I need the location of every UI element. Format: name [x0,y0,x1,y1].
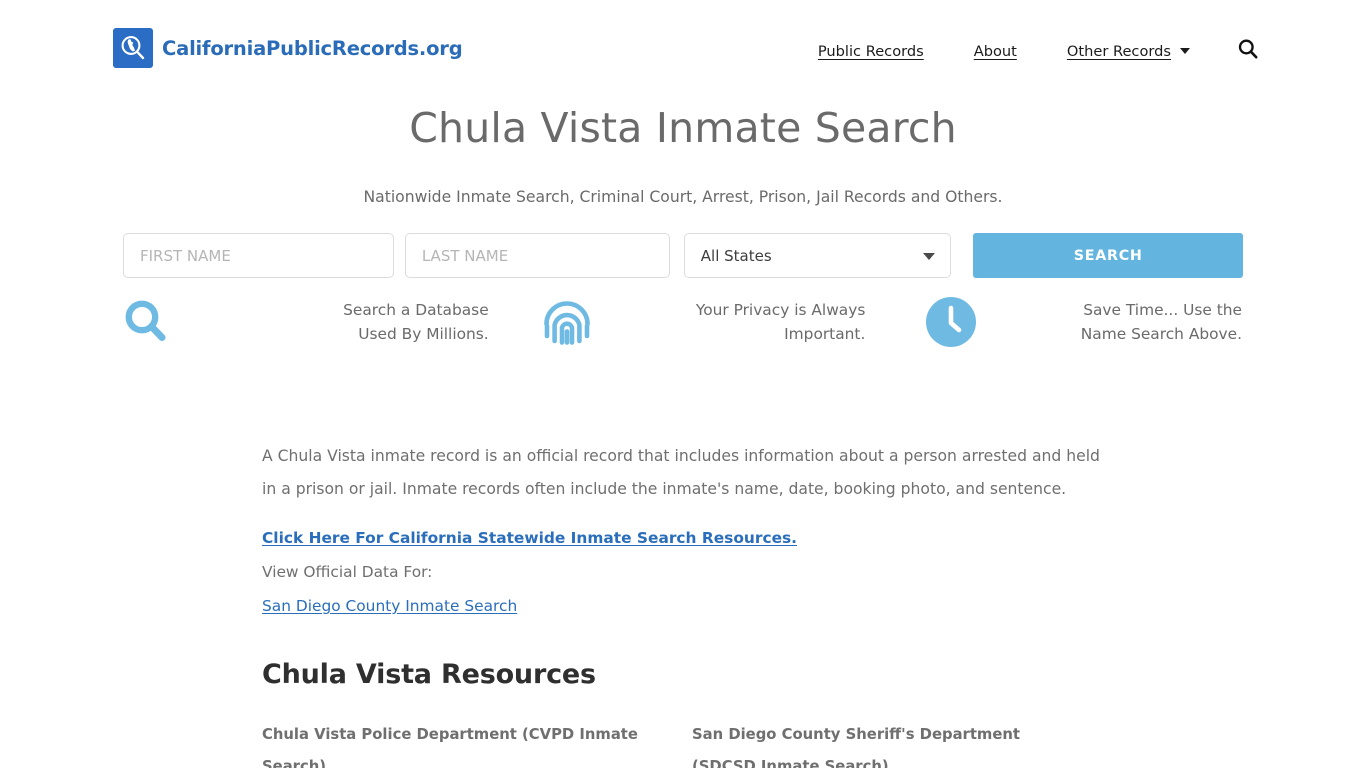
statewide-link-row: Click Here For California Statewide Inma… [262,522,1112,555]
feature-line-2: Name Search Above. [1080,325,1243,343]
feature-text: Search a Database Used By Millions. [174,298,495,346]
article-content: A Chula Vista inmate record is an offici… [0,350,1366,768]
feature-line-1: Your Privacy is Always [695,301,866,319]
header-search-button[interactable] [1237,38,1259,64]
feature-text: Save Time... Use the Name Search Above. [979,298,1248,346]
nav-label: About [973,42,1017,60]
intro-paragraph: A Chula Vista inmate record is an offici… [262,440,1112,505]
nav-item-public-records[interactable]: Public Records [818,43,924,60]
magnifier-icon [118,294,174,350]
page-subtitle: Nationwide Inmate Search, Criminal Court… [363,188,1003,206]
site-logo-text: CaliforniaPublicRecords.org [162,36,463,60]
feature-line-1: Save Time... Use the [1083,301,1243,319]
site-header: CaliforniaPublicRecords.org Public Recor… [0,0,1366,96]
statewide-resources-link[interactable]: Click Here For California Statewide Inma… [262,529,797,547]
feature-save-time: Save Time... Use the Name Search Above. [871,294,1248,350]
feature-search-database: Search a Database Used By Millions. [118,294,495,350]
last-name-input[interactable] [404,233,670,278]
nav-item-other-records[interactable]: Other Records [1067,43,1190,60]
page-title: Chula Vista Inmate Search [409,104,957,152]
nav-item-about[interactable]: About [974,43,1017,60]
resources-heading: Chula Vista Resources [262,659,596,690]
feature-line-2: Important. [784,325,866,343]
san-diego-county-inmate-search-link[interactable]: San Diego County Inmate Search [262,597,517,615]
feature-highlights: Search a Database Used By Millions. Your… [118,278,1248,350]
inmate-search-form: All States SEARCH [123,206,1244,278]
state-select-wrapper: All States [683,233,952,278]
resources-columns: Chula Vista Police Department (CVPD Inma… [262,690,1112,768]
fingerprint-icon [539,294,595,350]
search-button[interactable]: SEARCH [973,233,1244,278]
first-name-input[interactable] [123,233,394,278]
magnifier-california-icon [113,28,153,68]
feature-line-2: Used By Millions. [358,325,489,343]
resource-item[interactable]: San Diego County Sheriff's Department (S… [692,719,1052,768]
intro-line-2: a prison or jail. Inmate records often i… [281,479,1067,498]
main-navigation: Public Records About Other Records [818,38,1259,64]
county-link-row: San Diego County Inmate Search [262,590,1112,623]
nav-label: Other Records [1066,42,1171,60]
clock-icon [923,294,979,350]
site-logo[interactable]: CaliforniaPublicRecords.org [113,28,463,68]
state-select[interactable]: All States [683,233,952,278]
search-icon [1237,38,1259,64]
nav-label: Public Records [817,42,924,60]
resource-item[interactable]: Chula Vista Police Department (CVPD Inma… [262,719,692,768]
feature-line-1: Search a Database [343,301,489,319]
feature-privacy: Your Privacy is Always Important. [495,294,872,350]
feature-text: Your Privacy is Always Important. [595,298,872,346]
chevron-down-icon [1180,48,1190,54]
view-official-data-label: View Official Data For: [262,563,433,581]
